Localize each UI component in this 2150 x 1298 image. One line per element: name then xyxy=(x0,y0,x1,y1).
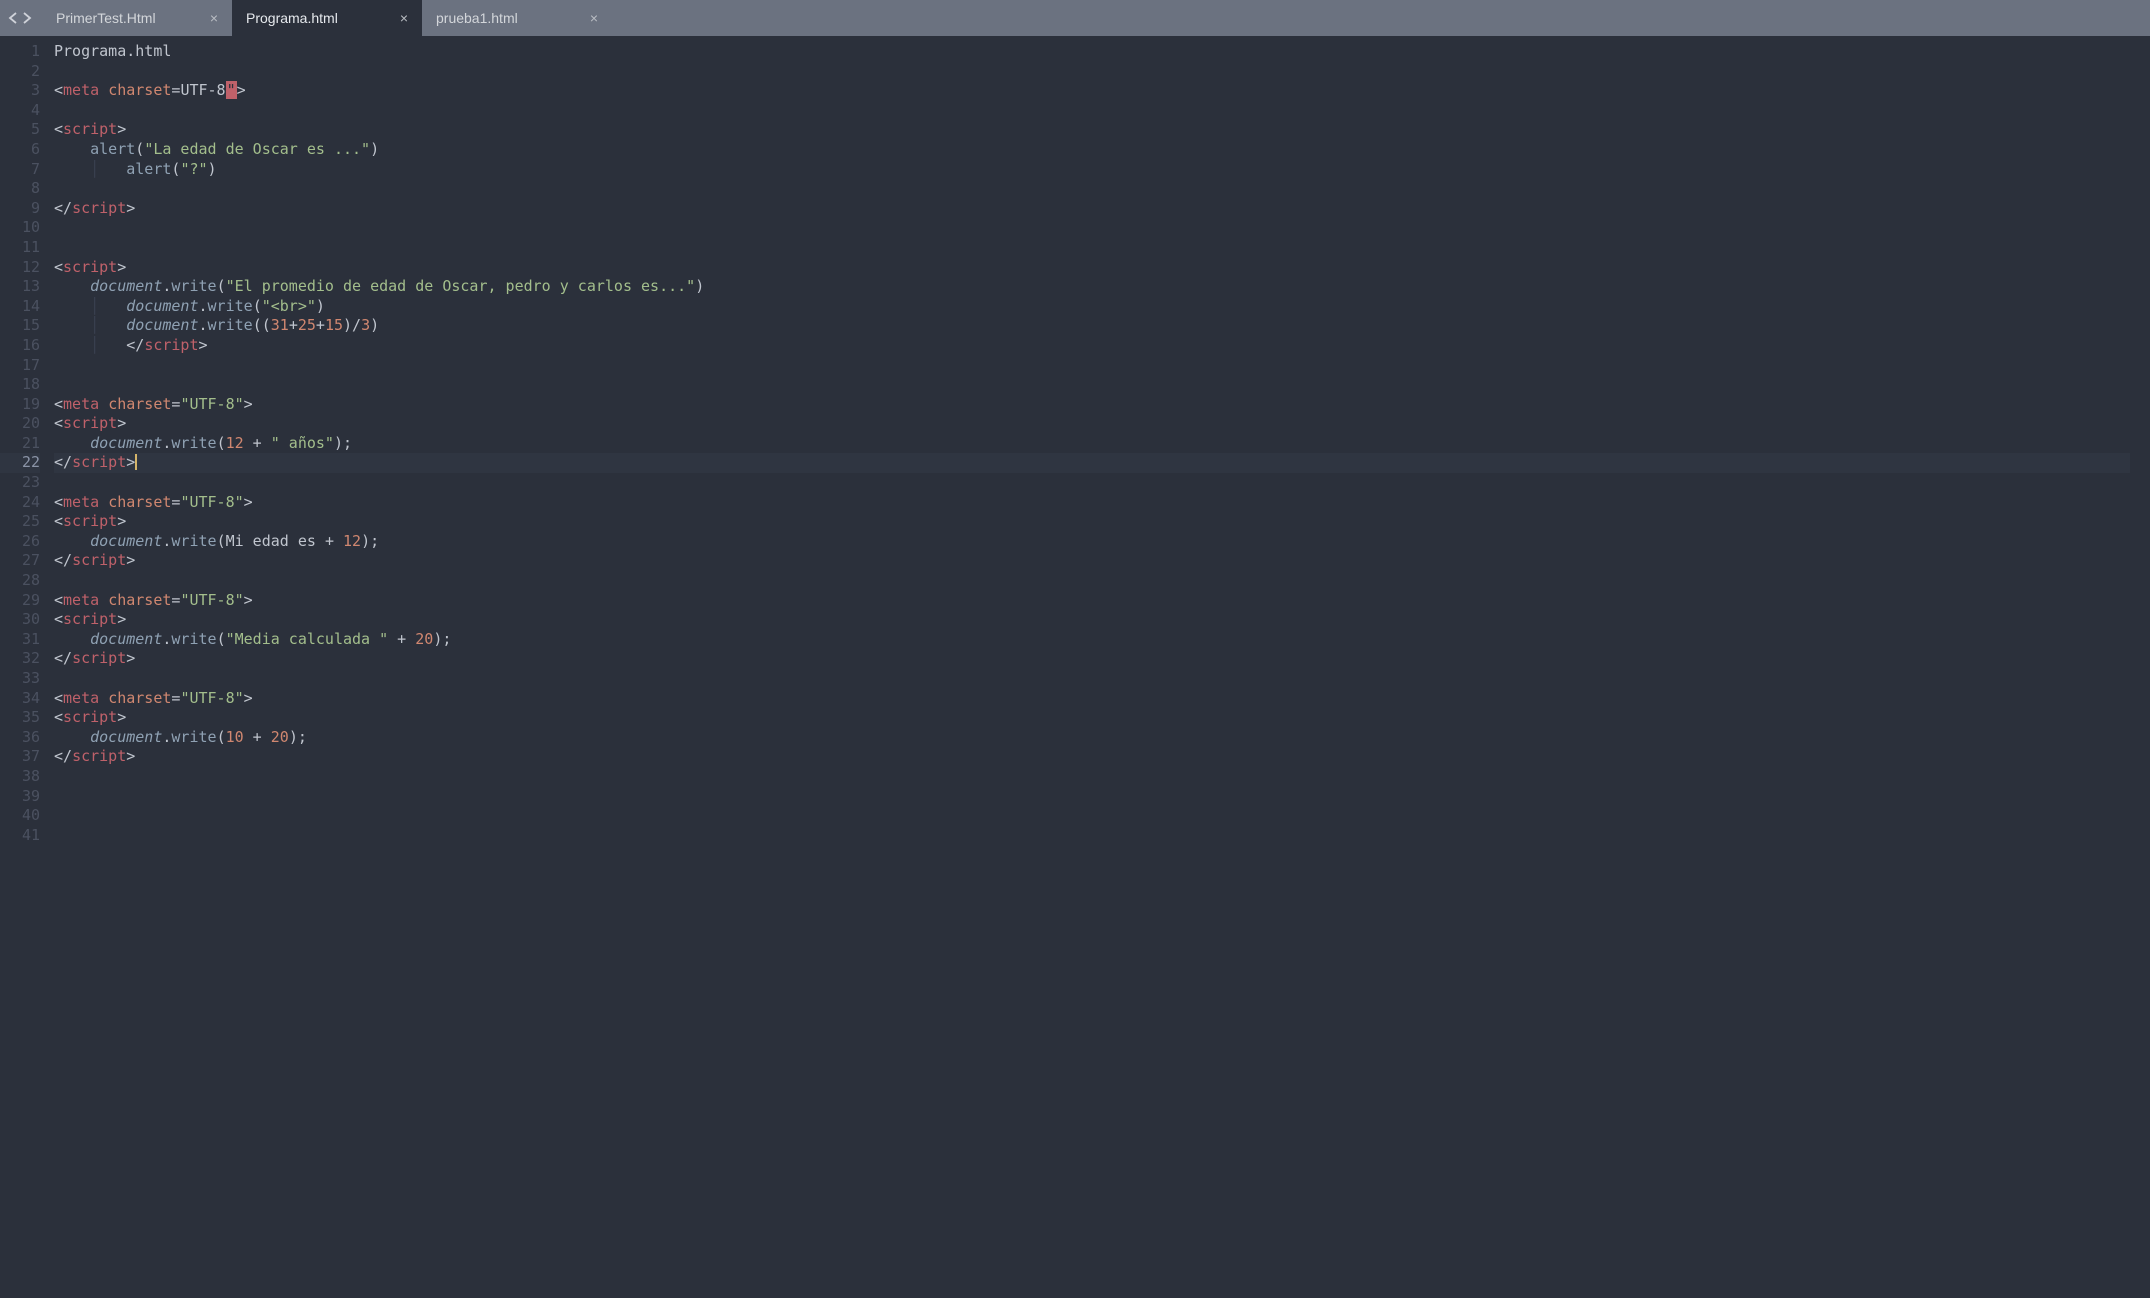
code-line[interactable]: │ alert("?") xyxy=(54,160,2130,180)
code-line[interactable] xyxy=(54,826,2130,846)
code-line[interactable]: document.write(12 + " años"); xyxy=(54,434,2130,454)
code-line[interactable]: document.write("Media calculada " + 20); xyxy=(54,630,2130,650)
tab-nav-arrows[interactable] xyxy=(0,0,42,36)
code-line[interactable]: document.write("El promedio de edad de O… xyxy=(54,277,2130,297)
code-line[interactable]: <script> xyxy=(54,258,2130,278)
code-line[interactable]: document.write(10 + 20); xyxy=(54,728,2130,748)
code-line[interactable] xyxy=(54,669,2130,689)
code-line[interactable]: document.write(Mi edad es + 12); xyxy=(54,532,2130,552)
code-line[interactable]: <meta charset="UTF-8"> xyxy=(54,689,2130,709)
code-line[interactable]: <script> xyxy=(54,120,2130,140)
code-line[interactable]: <meta charset="UTF-8"> xyxy=(54,493,2130,513)
tab-label: PrimerTest.Html xyxy=(56,10,180,26)
code-line[interactable]: <script> xyxy=(54,512,2130,532)
code-line[interactable]: <meta charset="UTF-8"> xyxy=(54,591,2130,611)
code-line[interactable]: </script> xyxy=(54,649,2130,669)
code-line[interactable]: <script> xyxy=(54,708,2130,728)
close-icon[interactable]: × xyxy=(400,11,408,25)
editor-window: PrimerTest.Html × Programa.html × prueba… xyxy=(0,0,2150,1298)
code-line[interactable]: <script> xyxy=(54,414,2130,434)
code-line[interactable] xyxy=(54,375,2130,395)
code-line[interactable] xyxy=(54,218,2130,238)
code-line[interactable]: <script> xyxy=(54,610,2130,630)
code-editor[interactable]: 1234567891011121314151617181920212223242… xyxy=(0,36,2150,1298)
close-icon[interactable]: × xyxy=(210,11,218,25)
tab-prueba1[interactable]: prueba1.html × xyxy=(422,0,612,36)
code-line[interactable]: <meta charset="UTF-8"> xyxy=(54,395,2130,415)
code-line[interactable]: </script> xyxy=(54,199,2130,219)
code-line[interactable]: │ document.write("<br>") xyxy=(54,297,2130,317)
tab-label: Programa.html xyxy=(246,10,370,26)
code-line[interactable]: </script> xyxy=(54,747,2130,767)
line-number-gutter: 1234567891011121314151617181920212223242… xyxy=(0,42,54,1298)
code-area[interactable]: Programa.html <meta charset=UTF-8"> <scrip… xyxy=(54,42,2150,1298)
code-line[interactable] xyxy=(54,473,2130,493)
code-line[interactable] xyxy=(54,767,2130,787)
code-line[interactable]: </script> xyxy=(54,453,2130,473)
code-line[interactable]: Programa.html xyxy=(54,42,2130,62)
nav-back-icon[interactable] xyxy=(8,12,18,24)
code-line[interactable] xyxy=(54,571,2130,591)
tab-bar: PrimerTest.Html × Programa.html × prueba… xyxy=(0,0,2150,36)
code-line[interactable] xyxy=(54,356,2130,376)
code-line[interactable] xyxy=(54,806,2130,826)
code-line[interactable]: <meta charset=UTF-8"> xyxy=(54,81,2130,101)
code-line[interactable] xyxy=(54,62,2130,82)
code-line[interactable] xyxy=(54,179,2130,199)
code-line[interactable] xyxy=(54,238,2130,258)
code-line[interactable] xyxy=(54,787,2130,807)
nav-forward-icon[interactable] xyxy=(22,12,32,24)
tab-label: prueba1.html xyxy=(436,10,560,26)
code-line[interactable]: </script> xyxy=(54,551,2130,571)
code-line[interactable]: │ document.write((31+25+15)/3) xyxy=(54,316,2130,336)
code-line[interactable]: │ </script> xyxy=(54,336,2130,356)
code-line[interactable] xyxy=(54,101,2130,121)
code-line[interactable]: alert("La edad de Oscar es ...") xyxy=(54,140,2130,160)
tab-programa[interactable]: Programa.html × xyxy=(232,0,422,36)
tab-primertest[interactable]: PrimerTest.Html × xyxy=(42,0,232,36)
close-icon[interactable]: × xyxy=(590,11,598,25)
